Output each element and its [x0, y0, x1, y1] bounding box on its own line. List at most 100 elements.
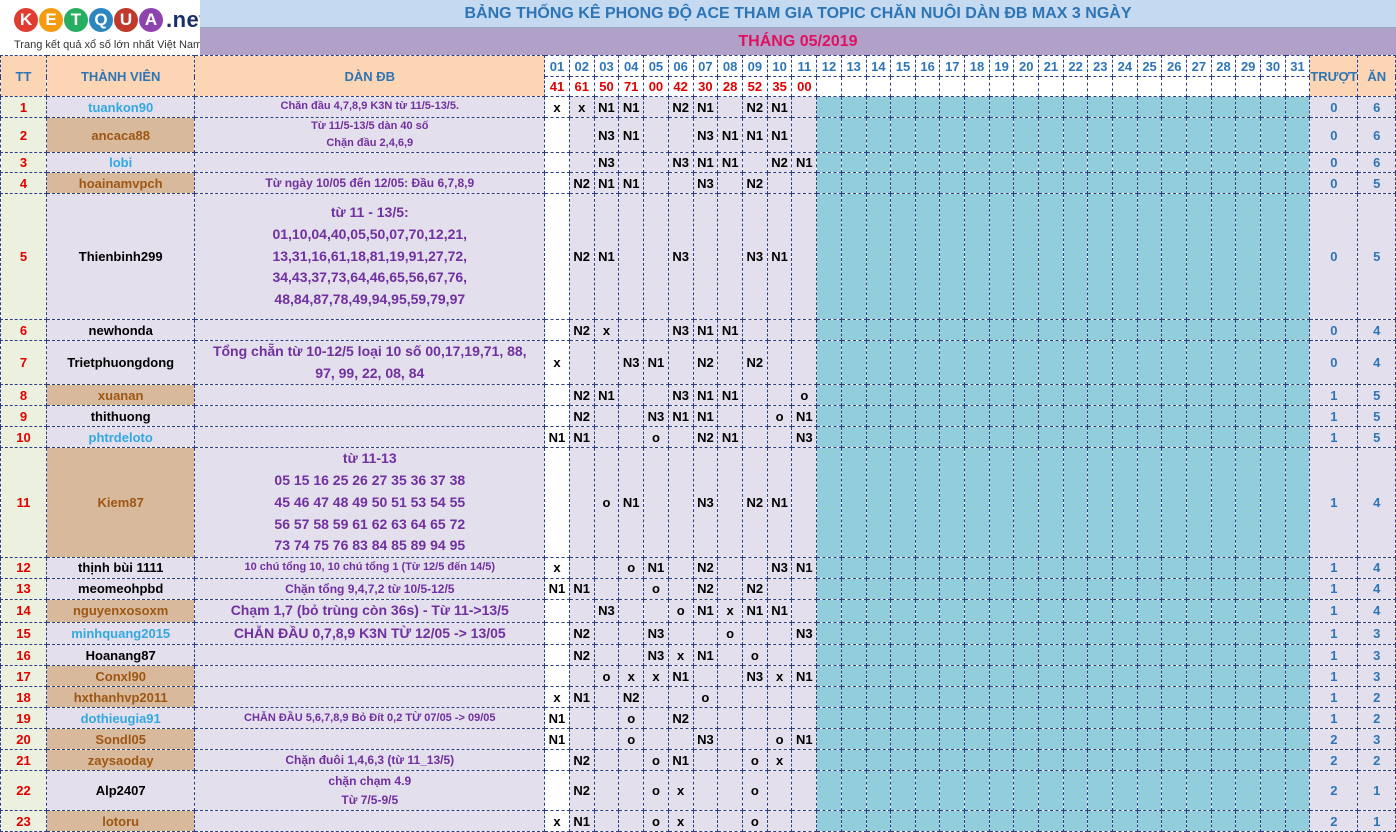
day-mark-cell[interactable] — [742, 707, 768, 730]
day-mark-cell[interactable] — [964, 810, 990, 832]
day-mark-cell[interactable]: N3 — [667, 193, 694, 321]
day-mark-cell[interactable] — [1062, 193, 1089, 321]
day-mark-cell[interactable] — [1186, 770, 1212, 812]
day-mark-cell[interactable] — [816, 770, 842, 812]
day-mark-cell[interactable] — [890, 665, 916, 688]
plan-cell[interactable] — [194, 810, 546, 832]
day-mark-cell[interactable]: o — [692, 686, 719, 709]
day-mark-cell[interactable] — [1112, 96, 1138, 118]
day-mark-cell[interactable]: N1 — [544, 728, 570, 751]
day-mark-cell[interactable] — [791, 707, 818, 730]
day-mark-cell[interactable] — [865, 577, 892, 600]
day-mark-cell[interactable] — [1284, 770, 1311, 812]
day-mark-cell[interactable] — [1260, 116, 1286, 154]
day-mark-cell[interactable] — [1284, 665, 1311, 688]
day-mark-cell[interactable]: N1 — [568, 577, 595, 600]
day-mark-cell[interactable]: x — [717, 598, 743, 623]
day-mark-cell[interactable] — [1235, 384, 1262, 407]
day-mark-cell[interactable] — [840, 426, 867, 449]
day-mark-cell[interactable] — [1284, 644, 1311, 667]
day-mark-cell[interactable] — [1038, 405, 1064, 428]
plan-cell[interactable] — [194, 384, 546, 407]
day-mark-cell[interactable] — [1186, 319, 1212, 342]
day-mark-cell[interactable] — [618, 426, 645, 449]
day-mark-cell[interactable] — [1087, 172, 1114, 195]
day-mark-cell[interactable]: N2 — [568, 621, 595, 646]
day-mark-cell[interactable] — [988, 340, 1015, 386]
day-mark-cell[interactable] — [766, 319, 793, 342]
day-mark-cell[interactable] — [1186, 405, 1212, 428]
day-mark-cell[interactable] — [1013, 340, 1040, 386]
day-mark-cell[interactable] — [964, 447, 990, 558]
day-mark-cell[interactable] — [1038, 152, 1064, 174]
day-mark-cell[interactable] — [865, 96, 892, 118]
day-mark-cell[interactable] — [1210, 447, 1237, 558]
day-mark-cell[interactable] — [1013, 686, 1040, 709]
day-mark-cell[interactable] — [1112, 340, 1138, 386]
day-mark-cell[interactable] — [1235, 405, 1262, 428]
day-mark-cell[interactable] — [1136, 644, 1163, 667]
day-mark-cell[interactable] — [1013, 116, 1040, 154]
member-name[interactable]: lotoru — [45, 810, 196, 832]
day-mark-cell[interactable] — [791, 644, 818, 667]
day-mark-cell[interactable] — [1013, 644, 1040, 667]
day-mark-cell[interactable] — [1186, 686, 1212, 709]
day-mark-cell[interactable] — [618, 644, 645, 667]
day-mark-cell[interactable] — [939, 621, 966, 646]
day-mark-cell[interactable] — [1038, 770, 1064, 812]
day-mark-cell[interactable] — [1260, 556, 1286, 579]
day-mark-cell[interactable]: N3 — [791, 621, 818, 646]
plan-cell[interactable] — [194, 644, 546, 667]
day-mark-cell[interactable] — [1087, 384, 1114, 407]
day-mark-cell[interactable] — [1087, 193, 1114, 321]
plan-cell[interactable] — [194, 152, 546, 174]
day-mark-cell[interactable] — [939, 172, 966, 195]
day-mark-cell[interactable] — [1161, 96, 1188, 118]
day-mark-cell[interactable] — [1062, 556, 1089, 579]
day-mark-cell[interactable] — [1062, 621, 1089, 646]
day-mark-cell[interactable] — [1136, 686, 1163, 709]
day-mark-cell[interactable] — [643, 598, 669, 623]
day-mark-cell[interactable]: N1 — [717, 426, 743, 449]
day-mark-cell[interactable] — [1062, 116, 1089, 154]
day-mark-cell[interactable] — [1284, 152, 1311, 174]
day-mark-cell[interactable] — [1087, 426, 1114, 449]
day-mark-cell[interactable]: N2 — [692, 556, 719, 579]
day-mark-cell[interactable] — [840, 707, 867, 730]
day-mark-cell[interactable]: N3 — [593, 598, 620, 623]
day-mark-cell[interactable] — [890, 770, 916, 812]
day-mark-cell[interactable]: N1 — [618, 447, 645, 558]
day-mark-cell[interactable] — [988, 384, 1015, 407]
day-mark-cell[interactable] — [914, 319, 941, 342]
day-mark-cell[interactable] — [1013, 665, 1040, 688]
day-mark-cell[interactable] — [840, 405, 867, 428]
day-mark-cell[interactable] — [1038, 665, 1064, 688]
day-mark-cell[interactable] — [840, 621, 867, 646]
day-mark-cell[interactable] — [1112, 319, 1138, 342]
day-mark-cell[interactable] — [1235, 556, 1262, 579]
day-mark-cell[interactable]: N3 — [643, 405, 669, 428]
day-mark-cell[interactable] — [939, 686, 966, 709]
day-mark-cell[interactable] — [865, 405, 892, 428]
day-mark-cell[interactable] — [717, 172, 743, 195]
day-mark-cell[interactable]: N2 — [568, 193, 595, 321]
day-mark-cell[interactable] — [766, 810, 793, 832]
day-mark-cell[interactable] — [890, 644, 916, 667]
day-mark-cell[interactable] — [840, 728, 867, 751]
day-mark-cell[interactable] — [988, 577, 1015, 600]
day-mark-cell[interactable] — [939, 644, 966, 667]
day-mark-cell[interactable] — [593, 644, 620, 667]
day-mark-cell[interactable] — [1210, 405, 1237, 428]
day-mark-cell[interactable] — [618, 749, 645, 772]
day-mark-cell[interactable] — [865, 556, 892, 579]
day-mark-cell[interactable] — [988, 598, 1015, 623]
day-mark-cell[interactable]: N1 — [791, 728, 818, 751]
day-mark-cell[interactable] — [1260, 426, 1286, 449]
day-mark-cell[interactable] — [1136, 319, 1163, 342]
day-mark-cell[interactable] — [1087, 447, 1114, 558]
day-mark-cell[interactable] — [742, 426, 768, 449]
day-mark-cell[interactable] — [667, 340, 694, 386]
day-mark-cell[interactable] — [939, 193, 966, 321]
day-mark-cell[interactable] — [618, 384, 645, 407]
day-mark-cell[interactable] — [840, 384, 867, 407]
